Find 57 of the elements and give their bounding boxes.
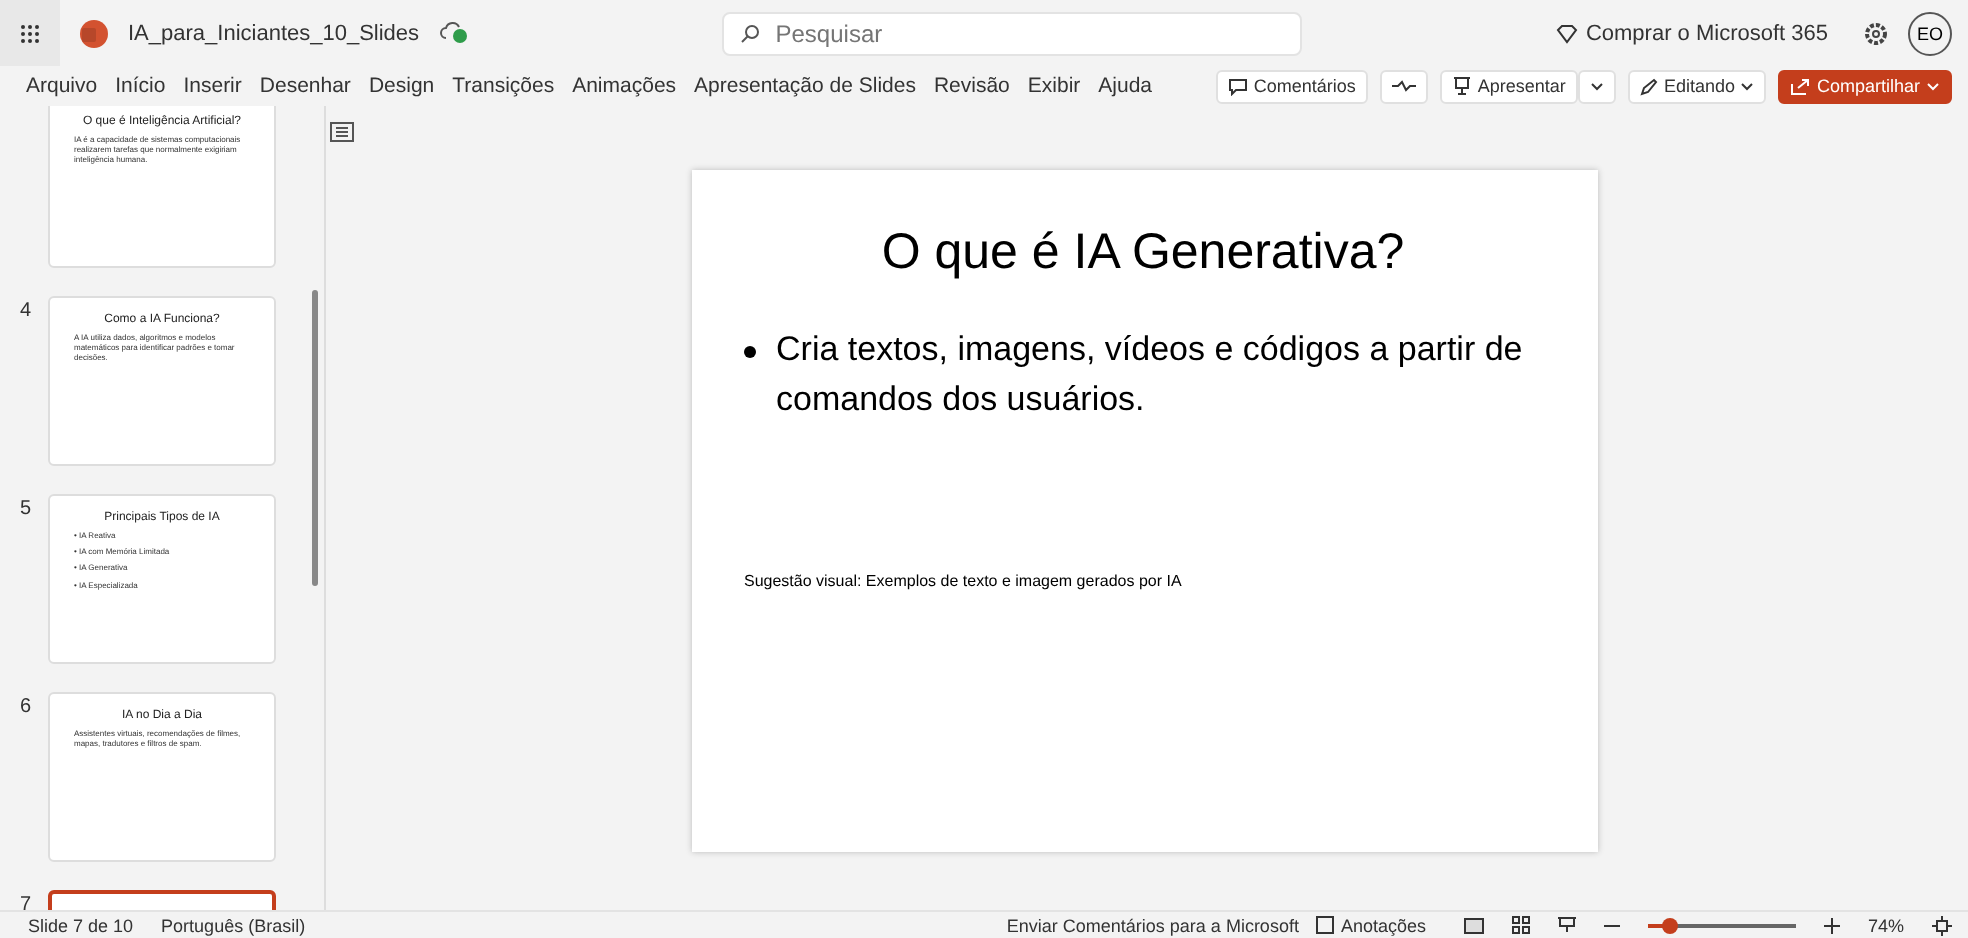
cloud-saved-icon <box>439 22 468 44</box>
file-name[interactable]: IA_para_Iniciantes_10_Slides <box>128 21 420 45</box>
editing-button[interactable]: Editando <box>1627 69 1767 103</box>
slide-number: 5 <box>20 496 34 524</box>
ribbon-tab[interactable]: Exibir <box>1018 66 1090 106</box>
feedback-link[interactable]: Enviar Comentários para a Microsoft <box>1006 915 1299 935</box>
ribbon-tab[interactable]: Animações <box>563 66 686 106</box>
slide-number: 4 <box>20 298 34 326</box>
ribbon-tab[interactable]: Ajuda <box>1089 66 1162 106</box>
pulse-icon <box>1391 80 1416 92</box>
ribbon-tab[interactable]: Apresentação de Slides <box>685 66 925 106</box>
ribbon-tab[interactable]: Inserir <box>174 66 251 106</box>
slide-number: 7 <box>20 892 34 910</box>
ribbon-tab[interactable]: Design <box>359 66 444 106</box>
comments-button[interactable]: Comentários <box>1215 69 1368 103</box>
chevron-icon <box>1740 81 1755 91</box>
scrollbar[interactable] <box>312 290 318 586</box>
zoom-level[interactable]: 74% <box>1867 915 1904 935</box>
ribbon-tab[interactable]: Desenhar <box>250 66 360 106</box>
slide-note: Sugestão visual: Exemplos de texto e imagem gerados por IA <box>744 572 1184 591</box>
slide-counter: Slide 7 de 10 <box>28 915 134 935</box>
app-logo-icon <box>80 19 108 47</box>
slide-bullet: Cria textos, imagens, vídeos e códigos a partir de comandos dos usuários. <box>776 328 1525 422</box>
comment-icon <box>1227 77 1248 95</box>
bullet-icon <box>744 346 756 358</box>
ribbon-tab[interactable]: Arquivo <box>26 66 107 106</box>
fit-icon[interactable] <box>1932 915 1952 935</box>
language-status[interactable]: Português (Brasil) <box>161 915 306 935</box>
normal-view-icon[interactable] <box>1463 917 1484 933</box>
search-field[interactable]: Pesquisar <box>721 11 1302 55</box>
slide-number: 6 <box>20 694 34 722</box>
buy-link[interactable]: Comprar o Microsoft 365 <box>1585 21 1828 45</box>
share-button[interactable]: Compartilhar <box>1778 69 1952 103</box>
presenter-icon[interactable] <box>1557 916 1576 934</box>
projector-icon <box>1451 76 1472 96</box>
present-button[interactable]: Apresentar <box>1439 69 1578 103</box>
note-icon <box>1316 916 1335 934</box>
share-icon <box>1790 77 1811 95</box>
avatar[interactable]: EO <box>1908 11 1952 55</box>
ribbon-tab[interactable]: Revisão <box>924 66 1019 106</box>
zoom-thumb[interactable] <box>1662 917 1679 933</box>
app-launcher-button[interactable] <box>0 0 60 66</box>
settings-icon[interactable] <box>1864 21 1888 45</box>
present-options-button[interactable] <box>1577 69 1616 103</box>
diamond-icon <box>1555 23 1578 43</box>
chevron-icon <box>1589 81 1604 91</box>
ribbon-tab[interactable]: Início <box>106 66 175 106</box>
panel-toggle-icon[interactable] <box>330 122 354 142</box>
ribbon-tab[interactable]: Transições <box>443 66 564 106</box>
grid-icon <box>20 23 40 43</box>
notes-button[interactable]: Anotações <box>1306 912 1436 938</box>
activity-button[interactable] <box>1379 69 1428 103</box>
grid-view-icon[interactable] <box>1511 916 1530 934</box>
pencil-icon <box>1639 77 1658 95</box>
zoom-in-icon[interactable] <box>1823 917 1840 933</box>
chevron-icon <box>1926 81 1940 91</box>
slide-title: O que é IA Generativa? <box>879 224 1407 282</box>
